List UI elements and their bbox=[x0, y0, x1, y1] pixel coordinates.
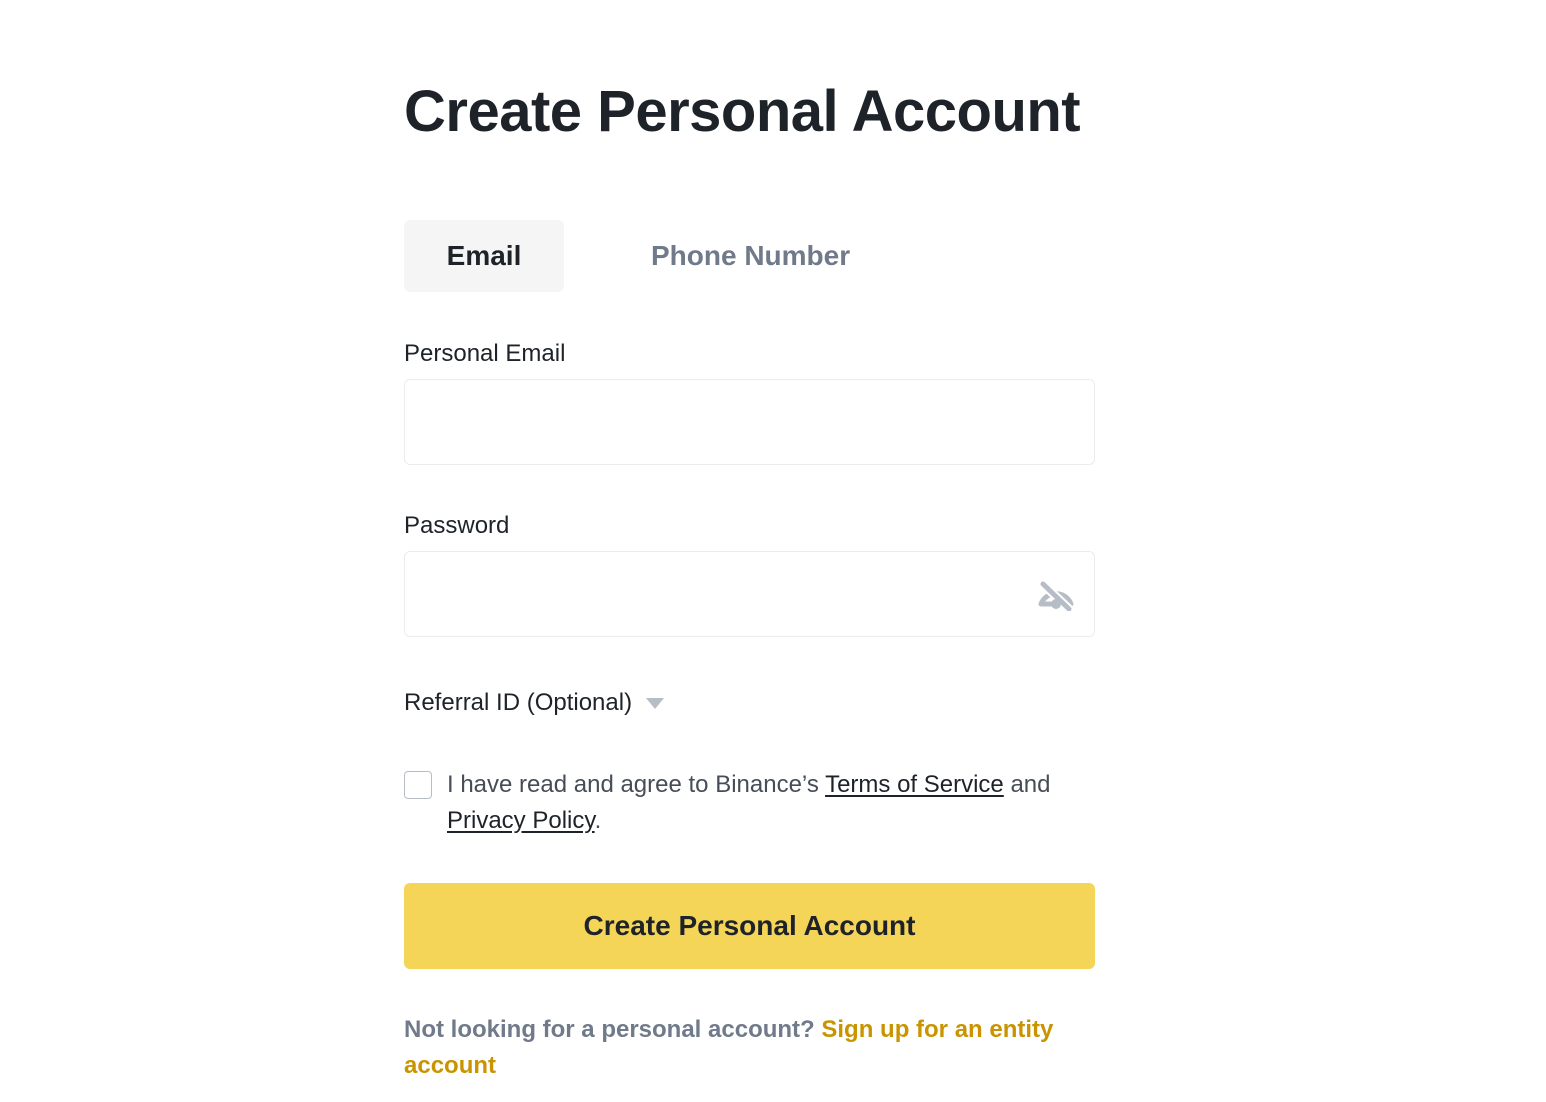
eye-slash-icon[interactable] bbox=[1036, 577, 1078, 614]
password-field-wrapper bbox=[404, 551, 1095, 637]
caret-down-icon bbox=[646, 697, 665, 709]
agreement-suffix: . bbox=[594, 807, 602, 834]
page-title: Create Personal Account bbox=[404, 79, 1081, 144]
terms-of-service-link[interactable]: Terms of Service bbox=[825, 771, 1004, 798]
entity-prompt-text: Not looking for a personal account? bbox=[404, 1016, 822, 1043]
terms-checkbox[interactable] bbox=[404, 771, 432, 799]
terms-agreement-text: I have read and agree to Binance’s Terms… bbox=[447, 767, 1097, 839]
email-field-wrapper bbox=[404, 379, 1095, 465]
privacy-policy-link[interactable]: Privacy Policy bbox=[447, 807, 595, 834]
agreement-middle: and bbox=[1003, 771, 1051, 798]
tab-email[interactable]: Email bbox=[404, 220, 564, 292]
agreement-prefix: I have read and agree to Binance’s bbox=[447, 771, 826, 798]
signup-method-tabs: Email Phone Number bbox=[404, 220, 890, 292]
referral-id-label: Referral ID (Optional) bbox=[404, 689, 633, 716]
password-label: Password bbox=[404, 512, 510, 539]
entity-signup-prompt: Not looking for a personal account? Sign… bbox=[404, 1012, 1064, 1084]
referral-id-toggle[interactable]: Referral ID (Optional) bbox=[404, 688, 665, 718]
create-personal-account-button[interactable]: Create Personal Account bbox=[404, 883, 1095, 969]
email-input[interactable] bbox=[405, 380, 1094, 464]
email-label: Personal Email bbox=[404, 340, 566, 367]
tab-phone-number[interactable]: Phone Number bbox=[611, 220, 890, 292]
password-input[interactable] bbox=[405, 552, 1094, 636]
